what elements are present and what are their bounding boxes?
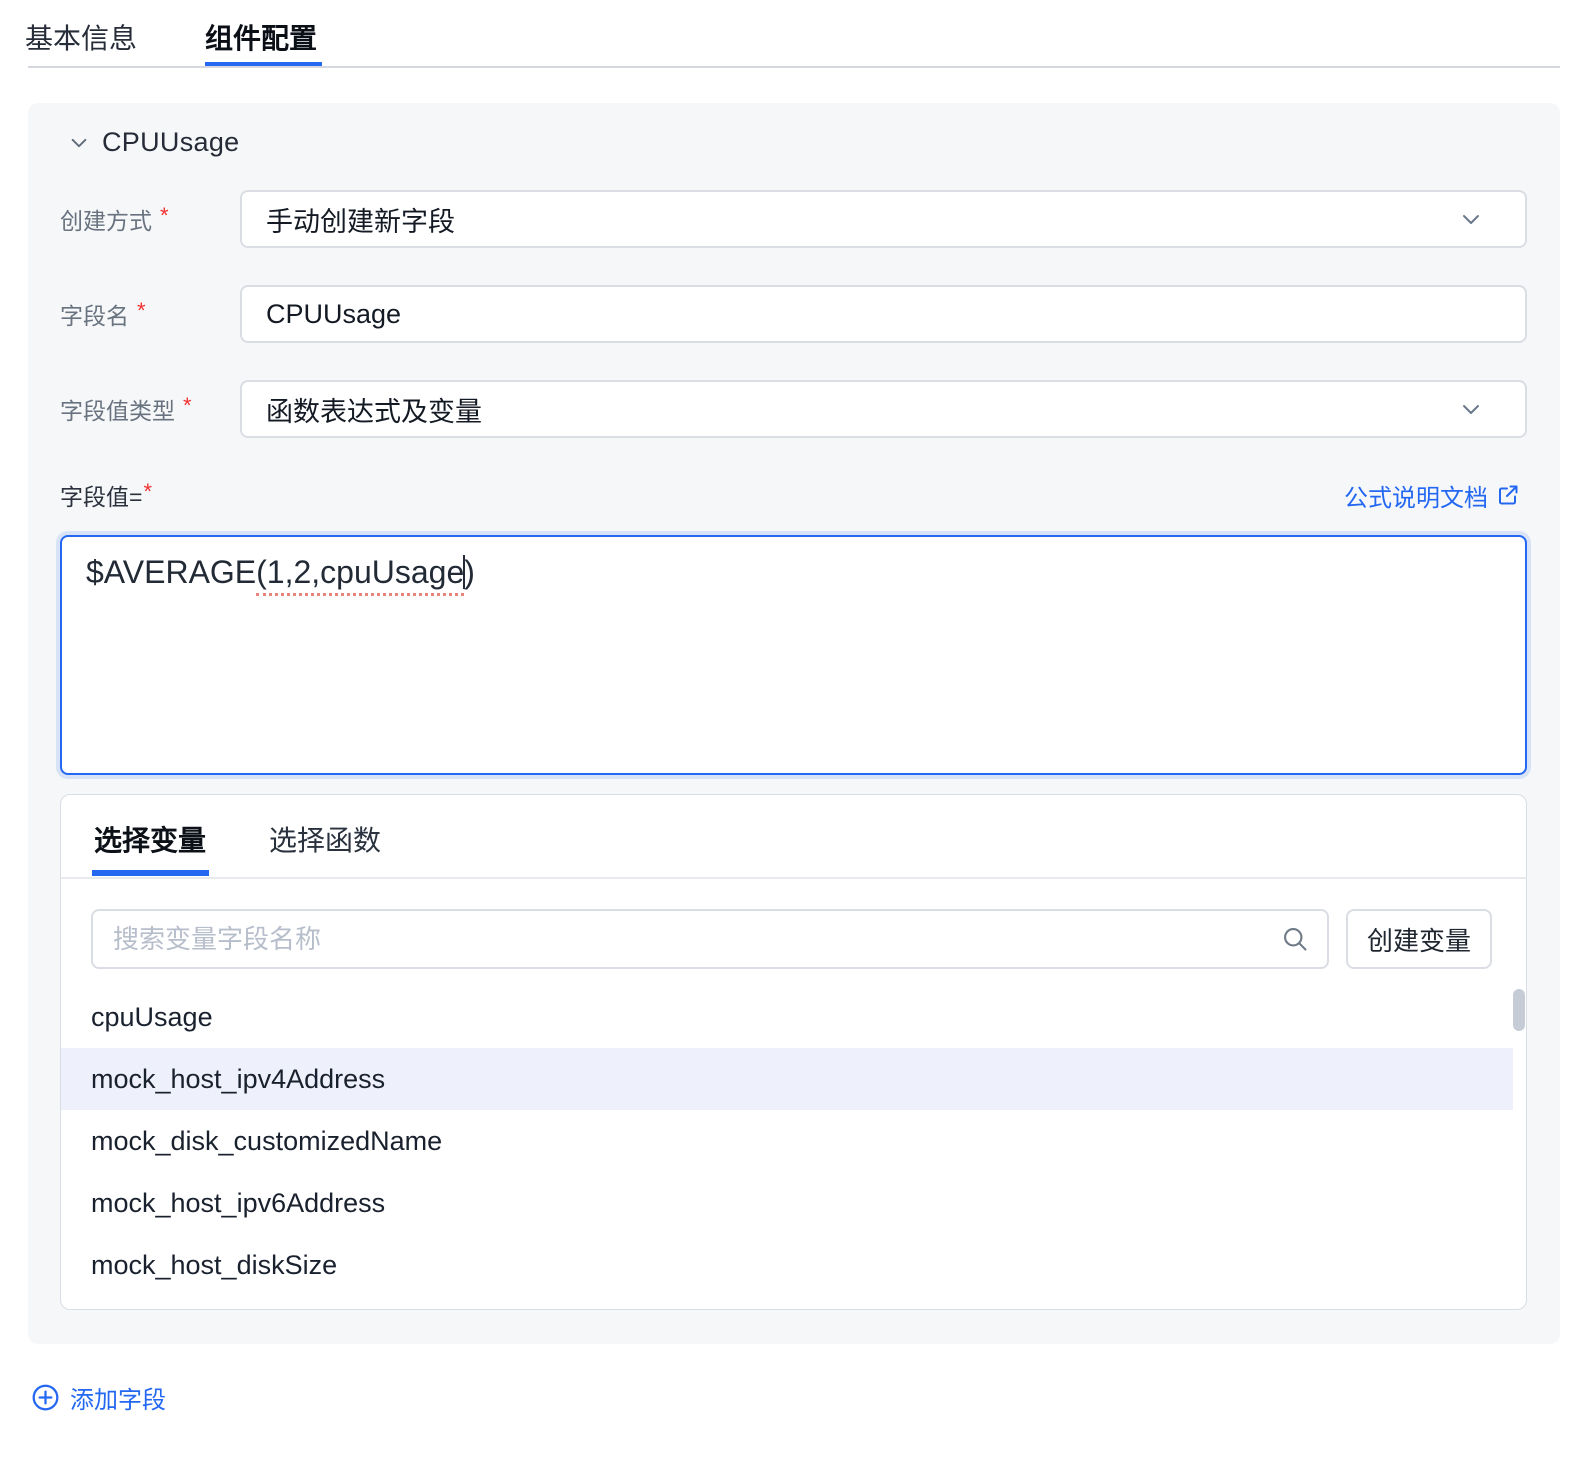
field-name-label: 字段名 * [60,298,146,329]
field-name-input[interactable] [266,298,1501,330]
list-item[interactable]: mock_host_ipv6Address [61,1172,1513,1234]
add-field-button[interactable]: 添加字段 [32,1380,166,1415]
component-config-page: 基本信息 组件配置 CPUUsage 创建方式 * 手动创建新字段 字段名 * … [0,0,1588,1462]
plus-circle-icon [32,1384,59,1411]
required-asterisk: * [183,393,192,418]
required-asterisk: * [160,203,169,228]
chevron-down-icon [1459,397,1483,421]
external-link-icon [1496,483,1520,507]
scrollbar-thumb[interactable] [1513,989,1525,1031]
variable-list: cpuUsage mock_host_ipv4Address mock_disk… [61,986,1513,1296]
tab-basic-info[interactable]: 基本信息 [25,16,137,58]
list-item[interactable]: mock_host_diskSize [61,1234,1513,1296]
tab-component-config[interactable]: 组件配置 [205,16,317,58]
section-header: CPUUsage [68,127,239,158]
panel-active-tab-underline [92,870,209,876]
create-method-label: 创建方式 * [60,203,169,234]
chevron-down-icon [1459,207,1483,231]
create-method-select[interactable]: 手动创建新字段 [240,190,1527,248]
panel-tabs-divider [61,877,1526,879]
create-variable-button[interactable]: 创建变量 [1346,909,1492,969]
variable-picker-panel: 选择变量 选择函数 创建变量 cpuUsage mock_host_ipv4Ad… [60,794,1527,1310]
tab-select-function[interactable]: 选择函数 [269,817,381,861]
formula-editor[interactable]: $AVERAGE(1,2,cpuUsage) [60,535,1527,775]
field-config-card: CPUUsage 创建方式 * 手动创建新字段 字段名 * CPUUsage 字… [28,103,1560,1344]
formula-text: $AVERAGE(1,2,cpuUsage) [86,554,475,596]
field-name-input-wrap [240,285,1527,343]
spellcheck-underline: (1,2,cpuUsage [256,554,465,596]
add-field-label: 添加字段 [70,1387,166,1414]
section-title: CPUUsage [102,127,240,157]
tab-select-variable[interactable]: 选择变量 [94,817,206,861]
chevron-down-icon[interactable] [68,132,90,154]
field-value-label: 字段值= * [60,479,152,510]
value-type-label: 字段值类型 * [60,393,192,424]
list-item[interactable]: cpuUsage [61,986,1513,1048]
value-type-value: 函数表达式及变量 [266,396,482,427]
list-item-selected[interactable]: mock_host_ipv4Address [61,1048,1513,1110]
list-item[interactable]: mock_disk_customizedName [61,1110,1513,1172]
search-icon [1281,925,1309,953]
formula-doc-link[interactable]: 公式说明文档 [1344,477,1520,513]
create-method-value: 手动创建新字段 [266,206,455,237]
variable-search-box [91,909,1329,969]
required-asterisk: * [137,298,146,323]
tabs-divider [28,66,1560,68]
value-type-select[interactable]: 函数表达式及变量 [240,380,1527,438]
required-asterisk: * [143,479,152,504]
variable-search-input[interactable] [113,923,1281,955]
